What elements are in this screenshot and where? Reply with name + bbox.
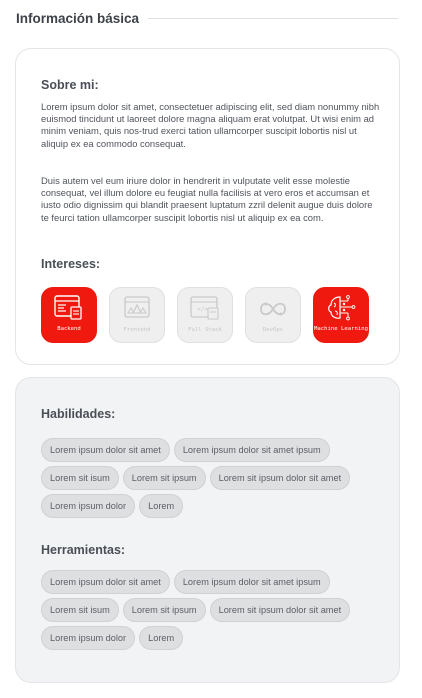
skill-tag: Lorem sit ipsum <box>122 466 206 490</box>
frontend-icon <box>124 296 150 318</box>
tool-tag: Lorem <box>139 626 184 650</box>
interest-tile-frontend[interactable]: Frontend <box>109 287 165 343</box>
skill-tag: Lorem ipsum dolor sit amet <box>41 438 170 462</box>
about-card: Sobre mi: Lorem ipsum dolor sit amet, co… <box>15 48 400 365</box>
tool-tag: Lorem sit isum <box>41 598 119 622</box>
backend-icon <box>54 295 82 320</box>
skills-card: Habilidades: Lorem ipsum dolor sit amet … <box>15 377 400 683</box>
interests-list: Backend Frontend </> Full Stack DevOps M… <box>41 287 369 343</box>
interest-label: Full Stack <box>188 327 222 333</box>
skills-tags: Lorem ipsum dolor sit amet Lorem ipsum d… <box>41 438 391 518</box>
skill-tag: Lorem sit ipsum dolor sit amet <box>209 466 351 490</box>
about-heading: Sobre mi: <box>41 78 99 92</box>
section-title: Información básica <box>16 10 140 26</box>
tool-tag: Lorem sit ipsum <box>122 598 206 622</box>
section-divider <box>148 17 398 19</box>
interests-heading: Intereses: <box>41 257 101 271</box>
tools-heading: Herramientas: <box>41 543 126 557</box>
skill-tag: Lorem ipsum dolor <box>41 494 136 518</box>
interest-tile-full-stack[interactable]: </> Full Stack <box>177 287 233 343</box>
tool-tag: Lorem ipsum dolor sit amet <box>41 570 170 594</box>
tool-tag: Lorem ipsum dolor sit amet ipsum <box>173 570 330 594</box>
skill-tag: Lorem ipsum dolor sit amet ipsum <box>173 438 330 462</box>
section-header: Información básica <box>16 9 398 27</box>
interest-label: Frontend <box>123 327 151 333</box>
tool-tag: Lorem ipsum dolor <box>41 626 136 650</box>
interest-label: DevOps <box>262 327 284 333</box>
skill-tag: Lorem <box>139 494 184 518</box>
full-stack-icon: </> <box>190 296 219 320</box>
devops-icon <box>260 302 286 316</box>
skills-heading: Habilidades: <box>41 407 116 421</box>
skill-tag: Lorem sit isum <box>41 466 119 490</box>
interest-label: Machine Learning <box>314 326 368 332</box>
about-paragraph-1: Lorem ipsum dolor sit amet, consectetuer… <box>41 101 380 149</box>
interest-label: Backend <box>57 326 81 332</box>
interest-tile-devops[interactable]: DevOps <box>245 287 301 343</box>
tools-tags: Lorem ipsum dolor sit amet Lorem ipsum d… <box>41 570 391 650</box>
tool-tag: Lorem sit ipsum dolor sit amet <box>209 598 351 622</box>
about-paragraph-2: Duis autem vel eum iriure dolor in hendr… <box>41 175 373 223</box>
interest-tile-backend[interactable]: Backend <box>41 287 97 343</box>
machine-learning-icon <box>328 295 356 321</box>
interest-tile-machine-learning[interactable]: Machine Learning <box>313 287 369 343</box>
svg-text:</>: </> <box>197 306 208 313</box>
